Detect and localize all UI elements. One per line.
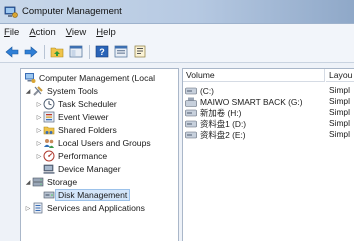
- performance-icon: [43, 150, 55, 162]
- list-item[interactable]: 资料盘1 (D:): [185, 118, 246, 129]
- expand-arrow-icon[interactable]: ▷: [35, 114, 43, 121]
- tree-label: System Tools: [47, 86, 98, 96]
- volume-name: (C:): [200, 85, 214, 96]
- clock-icon: [43, 98, 55, 110]
- volume-name: MAIWO SMART BACK (G:): [200, 96, 303, 107]
- tree-label: Task Scheduler: [58, 99, 117, 109]
- help-icon[interactable]: ?: [94, 44, 110, 60]
- event-viewer-icon: [43, 111, 55, 123]
- volume-layout: Simpl: [329, 118, 350, 128]
- back-icon[interactable]: [4, 44, 20, 60]
- volume-list[interactable]: Volume Layou (C:) Simpl MAIWO SMART BACK…: [182, 68, 354, 241]
- console-tree[interactable]: Computer Management (Local ◢ System Tool…: [20, 68, 179, 241]
- list-item[interactable]: 资料盘2 (E:): [185, 129, 246, 140]
- tree-label: Event Viewer: [58, 112, 109, 122]
- computer-management-window: Computer Management File Action View Hel…: [0, 0, 354, 241]
- properties-icon[interactable]: [113, 44, 129, 60]
- tree-item-local-users-groups[interactable]: ▷ Local Users and Groups: [35, 137, 151, 149]
- column-header-volume[interactable]: Volume: [183, 69, 325, 82]
- toolbar-separator: [44, 44, 45, 59]
- window-title: Computer Management: [22, 6, 122, 17]
- expand-arrow-icon[interactable]: ▷: [35, 153, 43, 160]
- tree-label: Device Manager: [58, 164, 121, 174]
- services-icon: [32, 202, 44, 214]
- menu-view-rest: iew: [71, 27, 87, 38]
- drive-icon: [185, 108, 198, 118]
- expand-arrow-icon[interactable]: ▷: [35, 127, 43, 134]
- up-folder-icon[interactable]: [49, 44, 65, 60]
- column-header-layout[interactable]: Layou: [326, 69, 354, 82]
- tree-item-storage[interactable]: ◢ Storage: [24, 176, 77, 188]
- svg-text:?: ?: [99, 47, 105, 57]
- expand-arrow-icon[interactable]: ▷: [35, 101, 43, 108]
- removable-drive-icon: [185, 97, 198, 107]
- menu-action-rest: ction: [35, 27, 56, 38]
- disk-management-icon: [43, 189, 55, 201]
- tree-item-device-manager[interactable]: Device Manager: [43, 163, 121, 175]
- tree-item-performance[interactable]: ▷ Performance: [35, 150, 107, 162]
- expand-arrow-icon[interactable]: ▷: [24, 205, 32, 212]
- menu-view[interactable]: View: [66, 27, 86, 38]
- drive-icon: [185, 86, 198, 96]
- volume-layout: Simpl: [329, 85, 350, 95]
- tree-label: Disk Management: [55, 189, 131, 201]
- tree-item-task-scheduler[interactable]: ▷ Task Scheduler: [35, 98, 117, 110]
- tree-item-shared-folders[interactable]: ▷ Shared Folders: [35, 124, 117, 136]
- tree-item-computer-management[interactable]: Computer Management (Local: [24, 72, 155, 84]
- tree-item-system-tools[interactable]: ◢ System Tools: [24, 85, 98, 97]
- menu-file[interactable]: File: [4, 27, 19, 38]
- tree-item-event-viewer[interactable]: ▷ Event Viewer: [35, 111, 108, 123]
- menu-action[interactable]: Action: [29, 27, 55, 38]
- menu-bar: File Action View Help: [0, 24, 354, 41]
- list-item[interactable]: MAIWO SMART BACK (G:): [185, 96, 303, 107]
- tree-label: Computer Management (Local: [39, 73, 156, 83]
- device-manager-icon: [43, 163, 55, 175]
- list-item[interactable]: (C:): [185, 85, 214, 96]
- volume-layout: Simpl: [329, 107, 350, 117]
- expand-arrow-icon[interactable]: ▷: [35, 140, 43, 147]
- menu-help-rest: elp: [103, 27, 116, 38]
- collapse-arrow-icon[interactable]: ◢: [24, 179, 32, 186]
- drive-icon: [185, 130, 198, 140]
- show-hide-tree-icon[interactable]: [68, 44, 84, 60]
- menu-help[interactable]: Help: [96, 27, 116, 38]
- volume-layout: Simpl: [329, 129, 350, 139]
- shared-folder-icon: [43, 124, 55, 136]
- volume-name: 资料盘2 (E:): [200, 129, 246, 140]
- volume-layout: Simpl: [329, 96, 350, 106]
- export-icon[interactable]: [132, 44, 148, 60]
- collapse-arrow-icon[interactable]: ◢: [24, 88, 32, 95]
- tree-label: Shared Folders: [58, 125, 117, 135]
- tree-label: Local Users and Groups: [58, 138, 151, 148]
- computer-management-icon: [24, 72, 36, 84]
- tools-icon: [32, 85, 44, 97]
- forward-icon[interactable]: [23, 44, 39, 60]
- tree-label: Storage: [47, 177, 78, 187]
- users-icon: [43, 137, 55, 149]
- menu-file-rest: ile: [9, 27, 20, 38]
- tree-item-disk-management[interactable]: Disk Management: [43, 189, 131, 201]
- storage-icon: [32, 176, 44, 188]
- toolbar-separator: [89, 44, 90, 59]
- title-bar[interactable]: Computer Management: [0, 0, 354, 24]
- tree-label: Performance: [58, 151, 108, 161]
- computer-management-icon: [4, 5, 18, 19]
- toolbar: ?: [0, 41, 354, 63]
- tree-label: Services and Applications: [47, 203, 145, 213]
- list-item[interactable]: 新加卷 (H:): [185, 107, 241, 118]
- tree-item-services-applications[interactable]: ▷ Services and Applications: [24, 202, 145, 214]
- drive-icon: [185, 119, 198, 129]
